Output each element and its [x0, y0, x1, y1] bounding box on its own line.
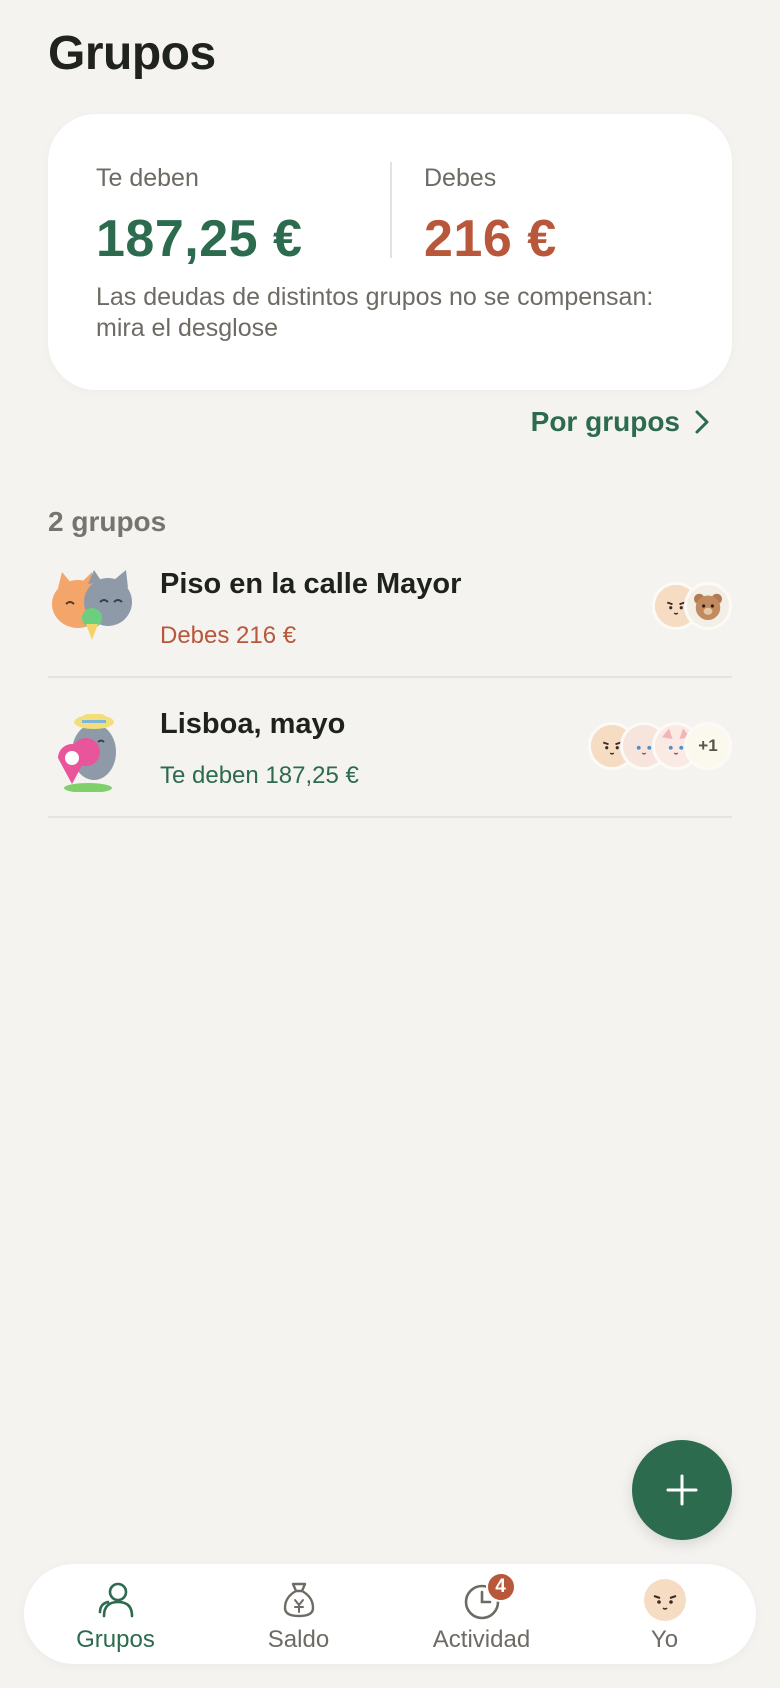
group-balance: Te deben 187,25 €: [160, 762, 359, 789]
more-members-count: +1: [684, 722, 732, 770]
bottom-tab-bar: Grupos Saldo 4 Actividad Yo: [24, 1564, 756, 1664]
notification-badge: 4: [485, 1572, 516, 1602]
groups-count-label: 2 grupos: [48, 506, 167, 537]
money-bag-icon: [277, 1578, 321, 1622]
by-groups-link[interactable]: Por grupos: [531, 406, 710, 438]
you-owe-label: Debes: [424, 164, 497, 192]
member-avatars: +1: [588, 722, 732, 770]
chevron-right-icon: [695, 410, 709, 434]
group-name: Piso en la calle Mayor: [160, 568, 462, 600]
plus-icon: [666, 1474, 698, 1506]
balance-summary-card: Te deben 187,25 € Debes 216 € Las deudas…: [48, 114, 732, 390]
group-row-piso[interactable]: Piso en la calle Mayor Debes 216 €: [48, 538, 732, 678]
cat-map-pin-icon: [48, 708, 138, 793]
group-name: Lisboa, mayo: [160, 708, 346, 740]
tab-saldo[interactable]: Saldo: [207, 1564, 390, 1664]
tab-label: Yo: [650, 1626, 679, 1653]
tab-grupos[interactable]: Grupos: [24, 1564, 207, 1664]
member-avatars: [652, 582, 732, 630]
cats-hugging-icon: [48, 568, 138, 652]
tab-actividad[interactable]: 4 Actividad: [390, 1564, 573, 1664]
owed-to-you-label: Te deben: [96, 164, 199, 192]
page-title: Grupos: [48, 27, 216, 80]
tab-label: Saldo: [267, 1626, 330, 1653]
group-row-lisboa[interactable]: Lisboa, mayo Te deben 187,25 € +1: [48, 678, 732, 818]
users-icon: [94, 1578, 138, 1622]
group-balance: Debes 216 €: [160, 622, 297, 649]
owed-to-you-amount: 187,25 €: [96, 210, 303, 268]
you-owe-block: Debes 216 €: [424, 164, 557, 269]
tab-label: Grupos: [76, 1626, 155, 1653]
you-owe-amount: 216 €: [424, 210, 557, 268]
profile-avatar: [643, 1578, 687, 1622]
bear-face-icon: [684, 582, 732, 630]
tab-label: Actividad: [432, 1626, 531, 1653]
summary-divider: [390, 162, 392, 258]
owed-to-you-block: Te deben 187,25 €: [96, 164, 302, 269]
add-button[interactable]: [632, 1440, 732, 1540]
tab-yo[interactable]: Yo: [573, 1564, 756, 1664]
clock-icon: 4: [460, 1572, 516, 1622]
summary-note: Las deudas de distintos grupos no se com…: [96, 283, 654, 342]
by-groups-label: Por grupos: [530, 406, 680, 437]
